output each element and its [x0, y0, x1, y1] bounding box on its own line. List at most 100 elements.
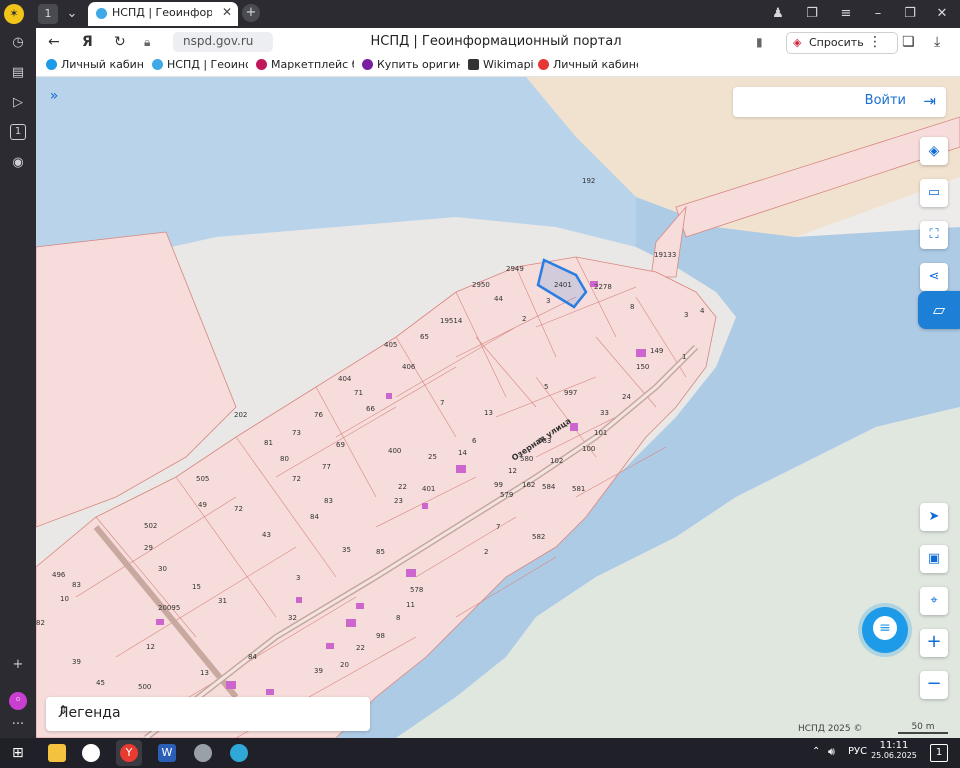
bookmark-item[interactable]: Личный кабинет: [46, 58, 144, 71]
url-field[interactable]: nspd.gov.ru: [173, 32, 273, 52]
app-icon[interactable]: [82, 744, 100, 762]
parcel-number-label: 3: [296, 574, 300, 582]
zoom-in-button[interactable]: +: [920, 629, 948, 657]
word-icon[interactable]: W: [158, 744, 176, 762]
map-viewport[interactable]: 192 19133 2949 2950 44 2401 2278 3 2 195…: [36, 77, 960, 738]
close-tab-icon[interactable]: ✕: [222, 5, 232, 19]
parcel-number-label: 2278: [594, 283, 612, 291]
search-location-icon[interactable]: ⌖: [920, 587, 948, 615]
bookmark-item[interactable]: Маркетплейс бре: [256, 58, 354, 71]
expand-panel-icon[interactable]: »: [44, 85, 64, 107]
clock[interactable]: 11:11 25.06.2025: [866, 740, 922, 760]
volume-icon[interactable]: 🔊︎: [828, 745, 835, 759]
parcel-number-label: 582: [532, 533, 545, 541]
parcel-number-label: 579: [500, 491, 513, 499]
parcel-number-label: 44: [494, 295, 503, 303]
parcel-number-label: 11: [406, 601, 415, 609]
yandex-browser-taskbar-icon[interactable]: Y: [116, 740, 142, 766]
lock-icon[interactable]: 🔒︎: [144, 32, 150, 52]
parcel-number-label: 496: [52, 571, 66, 579]
bookmark-icon[interactable]: ▮: [756, 32, 763, 52]
camera-icon[interactable]: ◉: [9, 154, 27, 172]
login-button[interactable]: Войти ⇥: [733, 87, 946, 117]
clock-date: 25.06.2025: [871, 751, 917, 760]
locate-icon[interactable]: ➤: [920, 503, 948, 531]
yandex-icon[interactable]: Я: [82, 32, 93, 52]
bookmark-item[interactable]: НСПД | Геоинфор: [152, 58, 248, 71]
parcel-number-label: 502: [144, 522, 157, 530]
close-window-icon[interactable]: ✕: [932, 4, 952, 24]
parcel-number-label: 500: [138, 683, 151, 691]
site-favicon-icon: [96, 8, 107, 19]
more-dots-icon[interactable]: ···: [9, 716, 27, 734]
add-panel-icon[interactable]: +: [9, 656, 27, 674]
profile-icon[interactable]: ♟: [768, 4, 788, 24]
browser-menu-icon[interactable]: ✶: [4, 4, 24, 24]
parcel-number-label: 69: [336, 441, 345, 449]
ruler-icon[interactable]: ▭: [920, 179, 948, 207]
bookmark-item[interactable]: Wikimapia: [468, 58, 534, 71]
file-explorer-icon[interactable]: [48, 744, 66, 762]
zoom-out-button[interactable]: −: [920, 671, 948, 699]
share-icon[interactable]: ⋖: [920, 263, 948, 291]
copyright-text: НСПД 2025 ©: [798, 724, 863, 734]
parcel-number-label: 997: [564, 389, 577, 397]
legend-dropdown[interactable]: Легенда ⇕: [46, 697, 370, 731]
bookmark-item[interactable]: Личный кабинет: [538, 58, 638, 71]
bookmark-item[interactable]: Купить оригинал: [362, 58, 460, 71]
parcel-number-label: 99: [494, 481, 503, 489]
parcel-number-label: 7: [440, 399, 444, 407]
tray-chevron-icon[interactable]: ⌃: [812, 746, 820, 757]
tab-counter[interactable]: 1: [38, 4, 58, 24]
tab-active[interactable]: НСПД | Геоинформационный портал ✕: [88, 2, 238, 26]
parcel-number-label: 149: [650, 347, 663, 355]
extensions-icon[interactable]: ❏: [902, 32, 915, 52]
chat-icon: ≡: [873, 616, 897, 640]
parcel-number-label: 30: [158, 565, 167, 573]
map-canvas[interactable]: 192 19133 2949 2950 44 2401 2278 3 2 195…: [36, 77, 960, 738]
url-text: nspd.gov.ru: [183, 34, 254, 48]
draw-tool-icon[interactable]: ▱: [918, 291, 960, 329]
parcel-number-label: 400: [388, 447, 401, 455]
chevron-updown-icon: ⇕: [58, 703, 69, 717]
notifications-icon[interactable]: 1: [930, 744, 948, 762]
select-area-icon[interactable]: ⛶: [920, 221, 948, 249]
app2-icon[interactable]: [194, 744, 212, 762]
minimize-icon[interactable]: –: [868, 4, 888, 24]
parcel-number-label: 578: [410, 586, 423, 594]
language-indicator[interactable]: РУС: [848, 746, 867, 757]
chat-button[interactable]: ≡: [862, 607, 908, 653]
parcel-number-label: 23: [394, 497, 403, 505]
layers-icon[interactable]: ◈: [920, 137, 948, 165]
play-icon[interactable]: ▷: [9, 94, 27, 112]
clock-time: 11:11: [879, 740, 909, 751]
windows-start-icon[interactable]: ⊞: [12, 744, 30, 762]
edge-icon[interactable]: [230, 744, 248, 762]
parcel-number-label: 19514: [440, 317, 463, 325]
alice-icon[interactable]: ◦: [9, 692, 27, 710]
feed-icon[interactable]: ▤: [9, 64, 27, 82]
parcel-number-label: 3: [546, 297, 550, 305]
tabs-badge-icon[interactable]: 1: [10, 124, 26, 140]
address-bar: ← Я ↻ 🔒︎ nspd.gov.ru НСПД | Геоинформаци…: [36, 28, 960, 56]
download-icon[interactable]: ⤓: [934, 32, 940, 52]
history-icon[interactable]: ◷: [9, 34, 27, 52]
new-tab-button[interactable]: +: [242, 4, 260, 22]
more-vertical-icon[interactable]: ⋮: [868, 32, 882, 52]
parcel-number-label: 72: [292, 475, 301, 483]
parcel-number-label: 24: [622, 393, 631, 401]
tab-list-icon[interactable]: ⌄: [62, 4, 82, 24]
collections-icon[interactable]: ❐: [802, 4, 822, 24]
menu-icon[interactable]: ≡: [836, 4, 856, 24]
parcel-number-label: 584: [542, 483, 556, 491]
parcel-number-label: 202: [234, 411, 247, 419]
minimap-icon[interactable]: ▣: [920, 545, 948, 573]
back-icon[interactable]: ←: [48, 32, 60, 52]
parcel-number-label: 32: [288, 614, 297, 622]
parcel-number-label: 85: [376, 548, 385, 556]
parcel-number-label: 84: [310, 513, 319, 521]
reload-icon[interactable]: ↻: [114, 32, 126, 52]
restore-icon[interactable]: ❐: [900, 4, 920, 24]
parcel-number-label: 29: [144, 544, 153, 552]
parcel-number-label: 5: [544, 383, 548, 391]
